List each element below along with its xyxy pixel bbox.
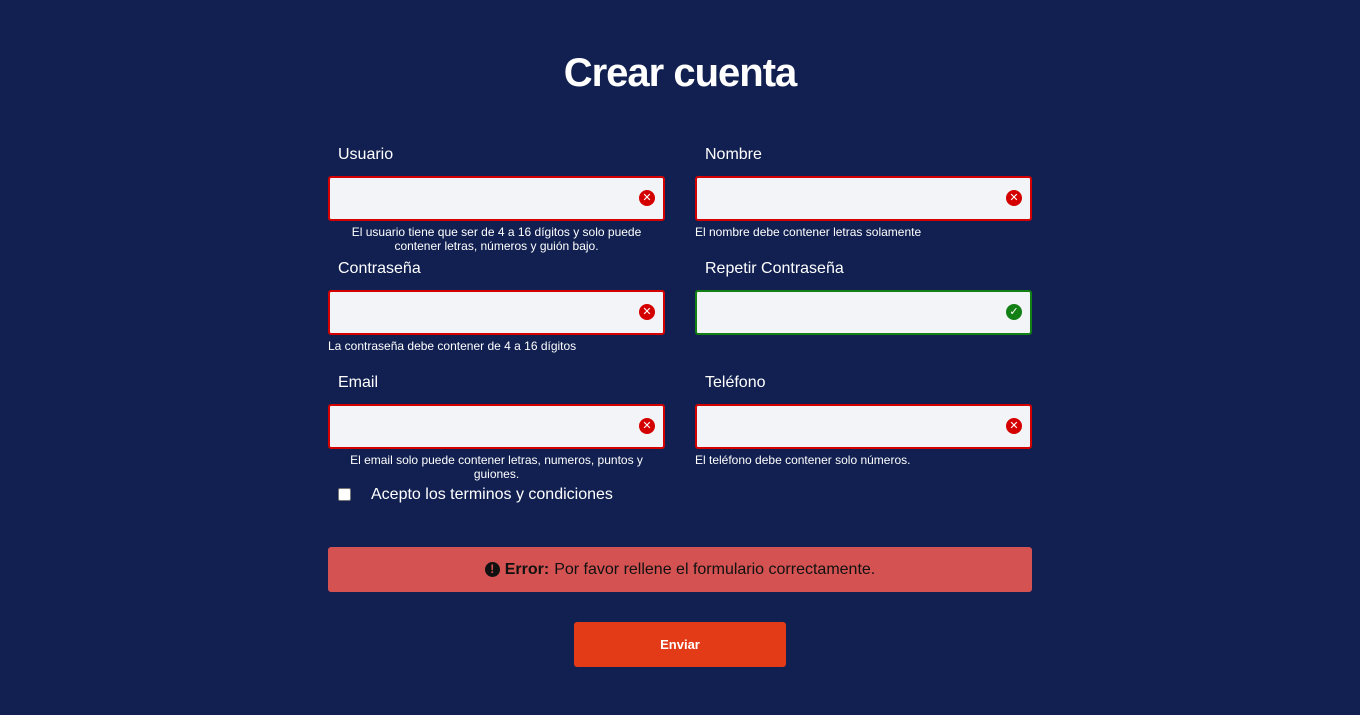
register-page: Crear cuenta Usuario ✕ El usuario tiene …: [0, 0, 1360, 715]
usuario-input-wrap: ✕: [328, 176, 665, 221]
error-text: Por favor rellene el formulario correcta…: [554, 560, 876, 578]
email-input-wrap: ✕: [328, 404, 665, 449]
password-repeat-label: Repetir Contraseña: [705, 260, 844, 277]
check-circle-icon: ✓: [1006, 304, 1022, 320]
telefono-label: Teléfono: [705, 374, 766, 391]
error-x-icon: ✕: [1006, 418, 1022, 434]
error-label: Error:: [504, 560, 550, 578]
telefono-field: Teléfono ✕ El teléfono debe contener sol…: [695, 373, 1032, 467]
password-repeat-input-wrap: ✓: [695, 290, 1032, 335]
nombre-field: Nombre ✕ El nombre debe contener letras …: [695, 145, 1032, 239]
terms-label: Acepto los terminos y condiciones: [371, 486, 613, 503]
password-input-wrap: ✕: [328, 290, 665, 335]
password-input[interactable]: [328, 290, 665, 335]
password-label: Contraseña: [338, 260, 421, 277]
submit-button[interactable]: Enviar: [574, 622, 786, 667]
password-field: Contraseña ✕ La contraseña debe contener…: [328, 259, 665, 353]
form-error-message: ! Error: Por favor rellene el formulario…: [328, 547, 1032, 592]
email-hint: El email solo puede contener letras, num…: [350, 453, 643, 481]
error-x-icon: ✕: [639, 190, 655, 206]
page-title: Crear cuenta: [563, 51, 798, 95]
error-x-icon: ✕: [639, 304, 655, 320]
telefono-input[interactable]: [695, 404, 1032, 449]
password-repeat-field: Repetir Contraseña ✓: [695, 259, 1032, 335]
usuario-label: Usuario: [338, 146, 394, 163]
nombre-input[interactable]: [695, 176, 1032, 221]
error-x-icon: ✕: [639, 418, 655, 434]
exclamation-circle-icon: !: [484, 562, 500, 577]
nombre-hint: El nombre debe contener letras solamente: [695, 225, 922, 239]
telefono-hint: El teléfono debe contener solo números.: [695, 453, 911, 467]
telefono-input-wrap: ✕: [695, 404, 1032, 449]
email-label: Email: [338, 374, 379, 391]
nombre-label: Nombre: [705, 146, 762, 163]
terms-row[interactable]: Acepto los terminos y condiciones: [338, 486, 613, 504]
email-field: Email ✕ El email solo puede contener let…: [328, 373, 665, 481]
usuario-hint: El usuario tiene que ser de 4 a 16 dígit…: [351, 225, 642, 253]
error-x-icon: ✕: [1006, 190, 1022, 206]
password-hint: La contraseña debe contener de 4 a 16 dí…: [328, 339, 577, 353]
password-repeat-input[interactable]: [695, 290, 1032, 335]
email-input[interactable]: [328, 404, 665, 449]
usuario-field: Usuario ✕ El usuario tiene que ser de 4 …: [328, 145, 665, 253]
terms-checkbox[interactable]: [338, 487, 351, 501]
usuario-input[interactable]: [328, 176, 665, 221]
nombre-input-wrap: ✕: [695, 176, 1032, 221]
